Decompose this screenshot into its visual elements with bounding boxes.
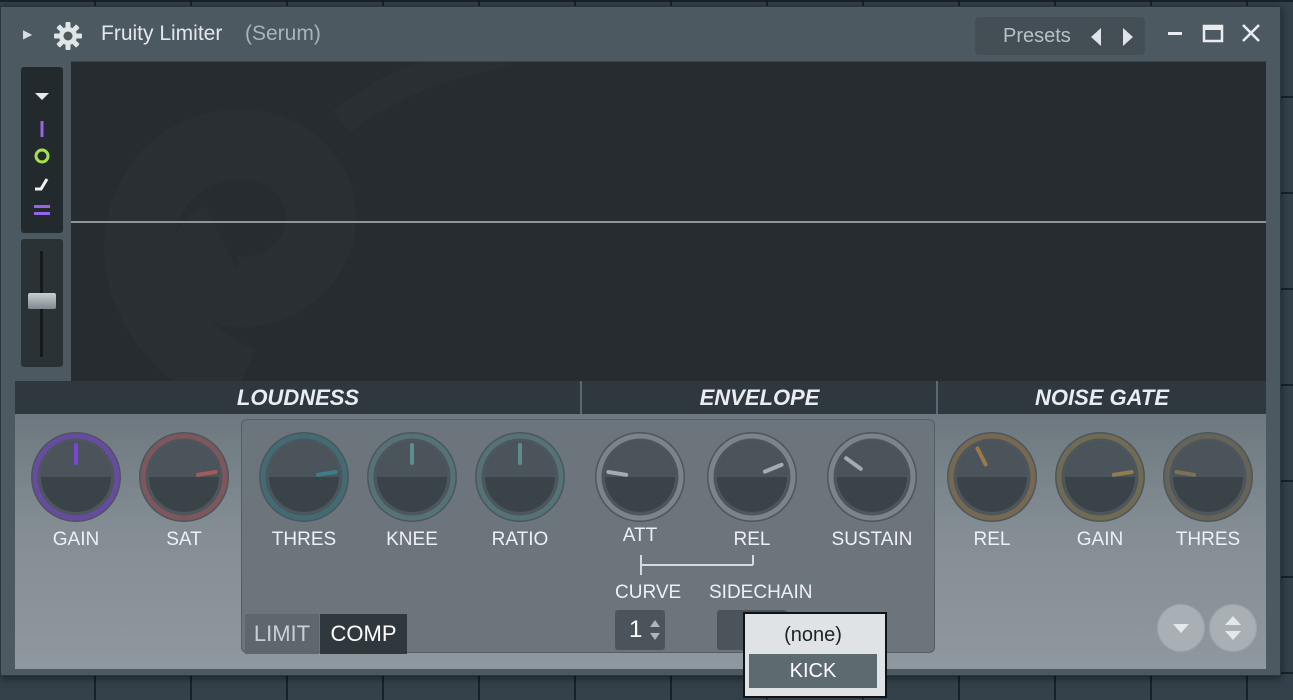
window-subtitle: (Serum) [245,22,321,45]
output-slider[interactable] [21,239,63,367]
knob-indicator [195,469,218,477]
sustain-knob[interactable] [824,429,920,525]
sidechain-option-kick[interactable]: KICK [749,654,877,688]
thres-label: THRES [271,529,337,550]
plugin-window: ▶ Fruity Limiter (Serum) Presets LOUDNES… [0,6,1281,676]
section-noise-gate: NOISE GATE [1034,385,1170,410]
gate-gain-label: GAIN [1076,529,1124,550]
knob-indicator [1174,469,1197,477]
close-icon[interactable] [1237,19,1265,47]
scroll-updown-button[interactable] [1209,604,1257,652]
gain-knob[interactable] [28,429,124,525]
chevron-updown-icon [1225,616,1241,640]
presets-button[interactable]: Presets [1003,25,1071,48]
presets-control: Presets [975,17,1145,55]
knob-indicator [606,469,629,477]
release-knob[interactable] [704,429,800,525]
section-header-bar: LOUDNESS ENVELOPE NOISE GATE [15,381,1266,414]
rel-label: REL [733,529,771,550]
sidechain-label: SIDECHAIN [709,582,813,603]
window-title: Fruity Limiter [101,22,223,45]
sat-label: SAT [166,529,202,550]
sidechain-dropdown-menu: (none) KICK [743,612,887,698]
curve-stepper[interactable]: 1 [615,610,665,650]
envelope-display [71,61,1266,383]
ratio-knob[interactable] [472,429,568,525]
att-label: ATT [622,525,658,546]
arrow-left-icon[interactable] [1091,28,1101,46]
gear-icon[interactable] [53,21,83,51]
gate-thres-label: THRES [1175,529,1241,550]
gate-rel-label: REL [973,529,1011,550]
mode-limit-button[interactable]: LIMIT [245,614,319,654]
gate-threshold-knob[interactable] [1160,429,1256,525]
knob-indicator [1111,469,1134,477]
saturation-knob[interactable] [136,429,232,525]
circle-view-icon[interactable] [34,148,50,164]
att-rel-link-icon [640,555,754,575]
triangle-right-icon[interactable]: ▶ [23,27,32,41]
arrow-right-icon[interactable] [1123,28,1133,46]
mode-comp-button[interactable]: COMP [320,614,407,654]
knee-knob[interactable] [364,429,460,525]
slider-handle[interactable] [28,293,56,309]
sidechain-option-none[interactable]: (none) [749,618,877,652]
attack-knob[interactable] [592,429,688,525]
level-view-icon[interactable] [34,205,50,208]
chevron-down-icon [1173,624,1189,633]
maximize-icon[interactable] [1199,19,1227,47]
dropdown-icon[interactable] [35,93,49,100]
line-view-icon[interactable] [40,121,44,137]
threshold-line [71,221,1266,223]
scroll-down-button[interactable] [1157,604,1205,652]
minimize-icon[interactable] [1162,19,1190,47]
section-envelope: ENVELOPE [699,385,820,410]
knee-label: KNEE [386,529,438,550]
gate-release-knob[interactable] [944,429,1040,525]
sustain-label: SUSTAIN [831,529,913,550]
knob-indicator [315,469,338,477]
curve-label: CURVE [615,582,682,603]
curve-value: 1 [629,616,643,643]
section-loudness: LOUDNESS [236,385,360,410]
stepper-arrows-icon[interactable] [648,617,662,643]
title-bar[interactable]: ▶ Fruity Limiter (Serum) Presets [1,7,1280,61]
gain-label: GAIN [52,529,100,550]
display-tools [21,67,63,233]
gate-gain-knob[interactable] [1052,429,1148,525]
curve-view-icon[interactable] [35,178,49,191]
ratio-label: RATIO [491,529,549,550]
threshold-knob[interactable] [256,429,352,525]
